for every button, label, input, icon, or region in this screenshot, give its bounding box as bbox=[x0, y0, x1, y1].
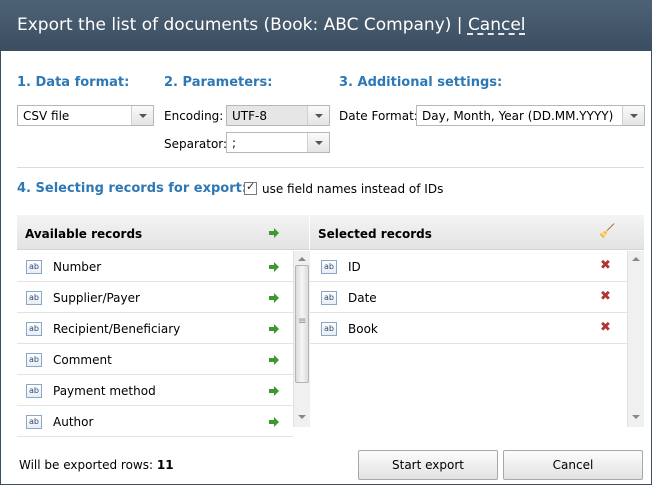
available-record-row[interactable]: ab Comment bbox=[17, 344, 293, 375]
text-field-icon: ab bbox=[26, 322, 42, 336]
text-field-icon: ab bbox=[321, 260, 337, 274]
encoding-select[interactable]: UTF-8 bbox=[226, 105, 330, 126]
available-record-row[interactable]: ab Number bbox=[17, 251, 293, 282]
scroll-down-icon[interactable] bbox=[298, 415, 306, 419]
parameters-heading: 2. Parameters: bbox=[164, 75, 273, 90]
record-label: Recipient/Beneficiary bbox=[53, 322, 181, 336]
separator-label: Separator: bbox=[164, 137, 228, 151]
scroll-up-icon[interactable] bbox=[298, 257, 306, 261]
selected-record-row[interactable]: ab Book ✖ bbox=[310, 313, 627, 344]
date-format-value: Day, Month, Year (DD.MM.YYYY) bbox=[422, 109, 614, 123]
available-record-row[interactable]: ab Recipient/Beneficiary bbox=[17, 313, 293, 344]
available-record-row[interactable]: ab Author bbox=[17, 406, 293, 437]
add-record-icon[interactable] bbox=[269, 386, 279, 396]
text-field-icon: ab bbox=[26, 384, 42, 398]
add-record-icon[interactable] bbox=[269, 417, 279, 427]
cancel-button[interactable]: Cancel bbox=[503, 450, 643, 480]
chevron-down-icon[interactable] bbox=[307, 106, 329, 125]
record-label: Comment bbox=[53, 353, 112, 367]
chevron-down-icon[interactable] bbox=[307, 133, 329, 152]
add-record-icon[interactable] bbox=[269, 324, 279, 334]
chevron-down-icon[interactable] bbox=[131, 106, 153, 125]
available-records-header: Available records bbox=[17, 215, 309, 250]
text-field-icon: ab bbox=[26, 291, 42, 305]
available-records-title: Available records bbox=[25, 227, 143, 241]
record-label: ID bbox=[348, 260, 361, 274]
add-record-icon[interactable] bbox=[269, 293, 279, 303]
use-field-names-label[interactable]: use field names instead of IDs bbox=[262, 182, 443, 196]
text-field-icon: ab bbox=[26, 353, 42, 367]
available-record-row[interactable]: ab Supplier/Payer bbox=[17, 282, 293, 313]
encoding-label: Encoding: bbox=[164, 109, 224, 123]
add-record-icon[interactable] bbox=[269, 355, 279, 365]
record-label: Supplier/Payer bbox=[53, 291, 140, 305]
select-records-heading: 4. Selecting records for export: bbox=[17, 181, 248, 196]
record-label: Author bbox=[53, 415, 94, 429]
text-field-icon: ab bbox=[321, 291, 337, 305]
window-titlebar: Export the list of documents (Book: ABC … bbox=[0, 0, 652, 51]
scroll-down-icon[interactable] bbox=[632, 415, 640, 419]
section-divider bbox=[17, 167, 644, 168]
rows-count-text: Will be exported rows: bbox=[19, 458, 154, 472]
window-title: Export the list of documents (Book: ABC … bbox=[17, 15, 468, 35]
text-field-icon: ab bbox=[321, 322, 337, 336]
chevron-down-icon[interactable] bbox=[622, 106, 644, 125]
remove-record-icon[interactable]: ✖ bbox=[600, 289, 611, 304]
use-field-names-checkbox[interactable] bbox=[244, 180, 257, 195]
selected-records-title: Selected records bbox=[318, 227, 432, 241]
selected-record-row[interactable]: ab Date ✖ bbox=[310, 282, 627, 313]
clear-broom-icon[interactable]: 🧹 bbox=[599, 224, 615, 239]
rows-count-label: Will be exported rows: 11 bbox=[19, 458, 174, 472]
start-export-button[interactable]: Start export bbox=[358, 450, 498, 480]
encoding-value: UTF-8 bbox=[232, 109, 267, 123]
record-label: Number bbox=[53, 260, 102, 274]
date-format-label: Date Format: bbox=[339, 109, 418, 123]
selected-scrollbar[interactable] bbox=[627, 251, 644, 427]
separator-value: ; bbox=[232, 136, 237, 150]
remove-record-icon[interactable]: ✖ bbox=[600, 320, 611, 335]
separator-select[interactable]: ; bbox=[226, 132, 330, 153]
record-label: Payment method bbox=[53, 384, 156, 398]
additional-settings-heading: 3. Additional settings: bbox=[339, 75, 503, 90]
selected-records-header: Selected records bbox=[310, 215, 644, 250]
record-label: Book bbox=[348, 322, 378, 336]
scroll-thumb[interactable] bbox=[295, 265, 309, 383]
text-field-icon: ab bbox=[26, 260, 42, 274]
add-all-icon[interactable] bbox=[269, 228, 279, 238]
remove-record-icon[interactable]: ✖ bbox=[600, 258, 611, 273]
add-record-icon[interactable] bbox=[269, 262, 279, 272]
record-label: Date bbox=[348, 291, 377, 305]
text-field-icon: ab bbox=[26, 415, 42, 429]
date-format-select[interactable]: Day, Month, Year (DD.MM.YYYY) bbox=[416, 105, 645, 126]
data-format-value: CSV file bbox=[23, 109, 70, 123]
available-record-row[interactable]: ab Payment method bbox=[17, 375, 293, 406]
scroll-up-icon[interactable] bbox=[632, 257, 640, 261]
selected-record-row[interactable]: ab ID ✖ bbox=[310, 251, 627, 282]
available-scrollbar[interactable] bbox=[293, 251, 310, 427]
data-format-select[interactable]: CSV file bbox=[17, 105, 154, 126]
rows-count-value: 11 bbox=[156, 458, 174, 472]
cancel-link[interactable]: Cancel bbox=[468, 15, 526, 35]
data-format-heading: 1. Data format: bbox=[17, 75, 130, 90]
